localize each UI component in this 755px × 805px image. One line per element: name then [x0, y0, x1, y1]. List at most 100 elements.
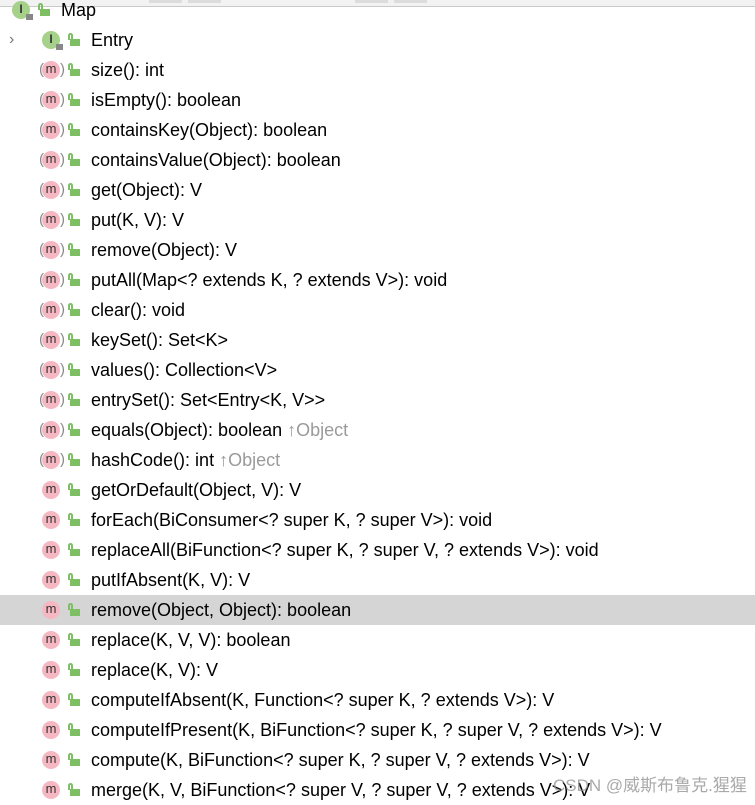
method-icon: m	[42, 361, 60, 379]
method-icon: m	[42, 91, 60, 109]
method-row[interactable]: m computeIfPresent(K, BiFunction<? super …	[0, 715, 755, 745]
method-signature: isEmpty(): boolean	[91, 85, 241, 115]
method-signature: containsKey(Object): boolean	[91, 115, 327, 145]
public-unlock-icon	[68, 333, 80, 346]
public-unlock-icon	[68, 633, 80, 646]
method-label: replaceAll(BiFunction<? super K, ? super…	[91, 540, 599, 560]
method-signature: values(): Collection<V>	[91, 355, 277, 385]
method-label: values(): Collection<V>	[91, 360, 278, 380]
lock-icon	[26, 14, 33, 20]
public-unlock-icon	[68, 453, 80, 466]
method-row[interactable]: ()msize(): int	[0, 55, 755, 85]
method-row[interactable]: ()mput(K, V): V	[0, 205, 755, 235]
public-unlock-icon	[68, 123, 80, 136]
method-icon: m	[42, 151, 60, 169]
method-row[interactable]: ()mhashCode(): int ↑Object	[0, 445, 755, 475]
public-unlock-icon	[68, 303, 80, 316]
method-signature: replace(K, V): V	[91, 655, 218, 685]
method-label: putAll(Map<? extends K, ? extends V>): v…	[91, 270, 448, 290]
method-signature: computeIfPresent(K, BiFunction<? super K…	[91, 715, 662, 745]
method-icon: m	[42, 181, 60, 199]
method-signature: keySet(): Set<K>	[91, 325, 228, 355]
method-row[interactable]: ()mentrySet(): Set<Entry<K, V>>	[0, 385, 755, 415]
method-row[interactable]: ()mcontainsKey(Object): boolean	[0, 115, 755, 145]
method-label: getOrDefault(Object, V): V	[91, 480, 302, 500]
method-label: hashCode(): int	[91, 450, 215, 470]
method-label: size(): int	[91, 60, 165, 80]
method-row[interactable]: ()mget(Object): V	[0, 175, 755, 205]
method-icon: m	[42, 751, 60, 769]
method-signature: remove(Object, Object): boolean	[91, 595, 351, 625]
method-label: replace(K, V): V	[91, 660, 219, 680]
method-label: computeIfPresent(K, BiFunction<? super K…	[91, 720, 662, 740]
method-row[interactable]: ()misEmpty(): boolean	[0, 85, 755, 115]
method-row[interactable]: ()mcontainsValue(Object): boolean	[0, 145, 755, 175]
method-row[interactable]: m computeIfAbsent(K, Function<? super K, …	[0, 685, 755, 715]
method-row[interactable]: m replaceAll(BiFunction<? super K, ? supe…	[0, 535, 755, 565]
tree-node-map[interactable]: I Map	[0, 0, 755, 25]
public-unlock-icon	[68, 213, 80, 226]
abstract-paren: )	[60, 421, 65, 438]
method-signature: hashCode(): int ↑Object	[91, 445, 280, 475]
abstract-paren: )	[60, 391, 65, 408]
method-signature: entrySet(): Set<Entry<K, V>>	[91, 385, 325, 415]
abstract-paren: )	[60, 241, 65, 258]
abstract-paren: )	[60, 271, 65, 288]
method-signature: computeIfAbsent(K, Function<? super K, ?…	[91, 685, 554, 715]
public-unlock-icon	[68, 63, 80, 76]
method-row[interactable]: m getOrDefault(Object, V): V	[0, 475, 755, 505]
method-row[interactable]: ()mvalues(): Collection<V>	[0, 355, 755, 385]
method-icon: m	[42, 541, 60, 559]
method-signature: containsValue(Object): boolean	[91, 145, 341, 175]
public-unlock-icon	[68, 363, 80, 376]
method-row[interactable]: m remove(Object, Object): boolean	[0, 595, 755, 625]
method-icon: m	[42, 601, 60, 619]
watermark: CSDN @威斯布鲁克.猩猩	[553, 776, 747, 795]
method-label: computeIfAbsent(K, Function<? super K, ?…	[91, 690, 555, 710]
method-icon: m	[42, 211, 60, 229]
method-row[interactable]: ()mremove(Object): V	[0, 235, 755, 265]
method-signature: replaceAll(BiFunction<? super K, ? super…	[91, 535, 599, 565]
method-row[interactable]: m replace(K, V, V): boolean	[0, 625, 755, 655]
method-signature: clear(): void	[91, 295, 185, 325]
tree-node-entry[interactable]: › I Entry	[0, 25, 755, 55]
method-icon: m	[42, 781, 60, 799]
method-row[interactable]: m replace(K, V): V	[0, 655, 755, 685]
method-signature: size(): int	[91, 55, 164, 85]
method-row[interactable]: ()mequals(Object): boolean ↑Object	[0, 415, 755, 445]
method-label: compute(K, BiFunction<? super K, ? super…	[91, 750, 590, 770]
method-label: entrySet(): Set<Entry<K, V>>	[91, 390, 326, 410]
method-row[interactable]: m putIfAbsent(K, V): V	[0, 565, 755, 595]
method-icon: m	[42, 241, 60, 259]
lock-icon	[56, 44, 63, 50]
public-unlock-icon	[68, 783, 80, 796]
method-row[interactable]: ()mclear(): void	[0, 295, 755, 325]
method-icon: m	[42, 631, 60, 649]
public-unlock-icon	[68, 93, 80, 106]
abstract-paren: )	[60, 181, 65, 198]
method-signature: putIfAbsent(K, V): V	[91, 565, 250, 595]
public-unlock-icon	[68, 663, 80, 676]
method-row[interactable]: m forEach(BiConsumer<? super K, ? super V…	[0, 505, 755, 535]
tree-node-label: Entry	[91, 30, 134, 50]
public-unlock-icon	[68, 273, 80, 286]
public-unlock-icon	[68, 543, 80, 556]
method-icon: m	[42, 511, 60, 529]
method-label: put(K, V): V	[91, 210, 185, 230]
method-signature: put(K, V): V	[91, 205, 184, 235]
method-signature: forEach(BiConsumer<? super K, ? super V>…	[91, 505, 492, 535]
tree-node-label: Map	[61, 0, 97, 20]
public-unlock-icon	[68, 603, 80, 616]
abstract-paren: )	[60, 151, 65, 168]
abstract-paren: )	[60, 331, 65, 348]
structure-tree: I Map › I Entry ()msize(): int()misEmpty…	[0, 0, 755, 805]
public-unlock-icon	[68, 513, 80, 526]
expand-chevron-icon[interactable]: ›	[9, 25, 14, 55]
method-label: merge(K, V, BiFunction<? super V, ? supe…	[91, 780, 591, 800]
method-icon: m	[42, 61, 60, 79]
method-row[interactable]: ()mputAll(Map<? extends K, ? extends V>)…	[0, 265, 755, 295]
method-signature: replace(K, V, V): boolean	[91, 625, 290, 655]
method-signature: getOrDefault(Object, V): V	[91, 475, 301, 505]
method-row[interactable]: ()mkeySet(): Set<K>	[0, 325, 755, 355]
method-icon: m	[42, 481, 60, 499]
